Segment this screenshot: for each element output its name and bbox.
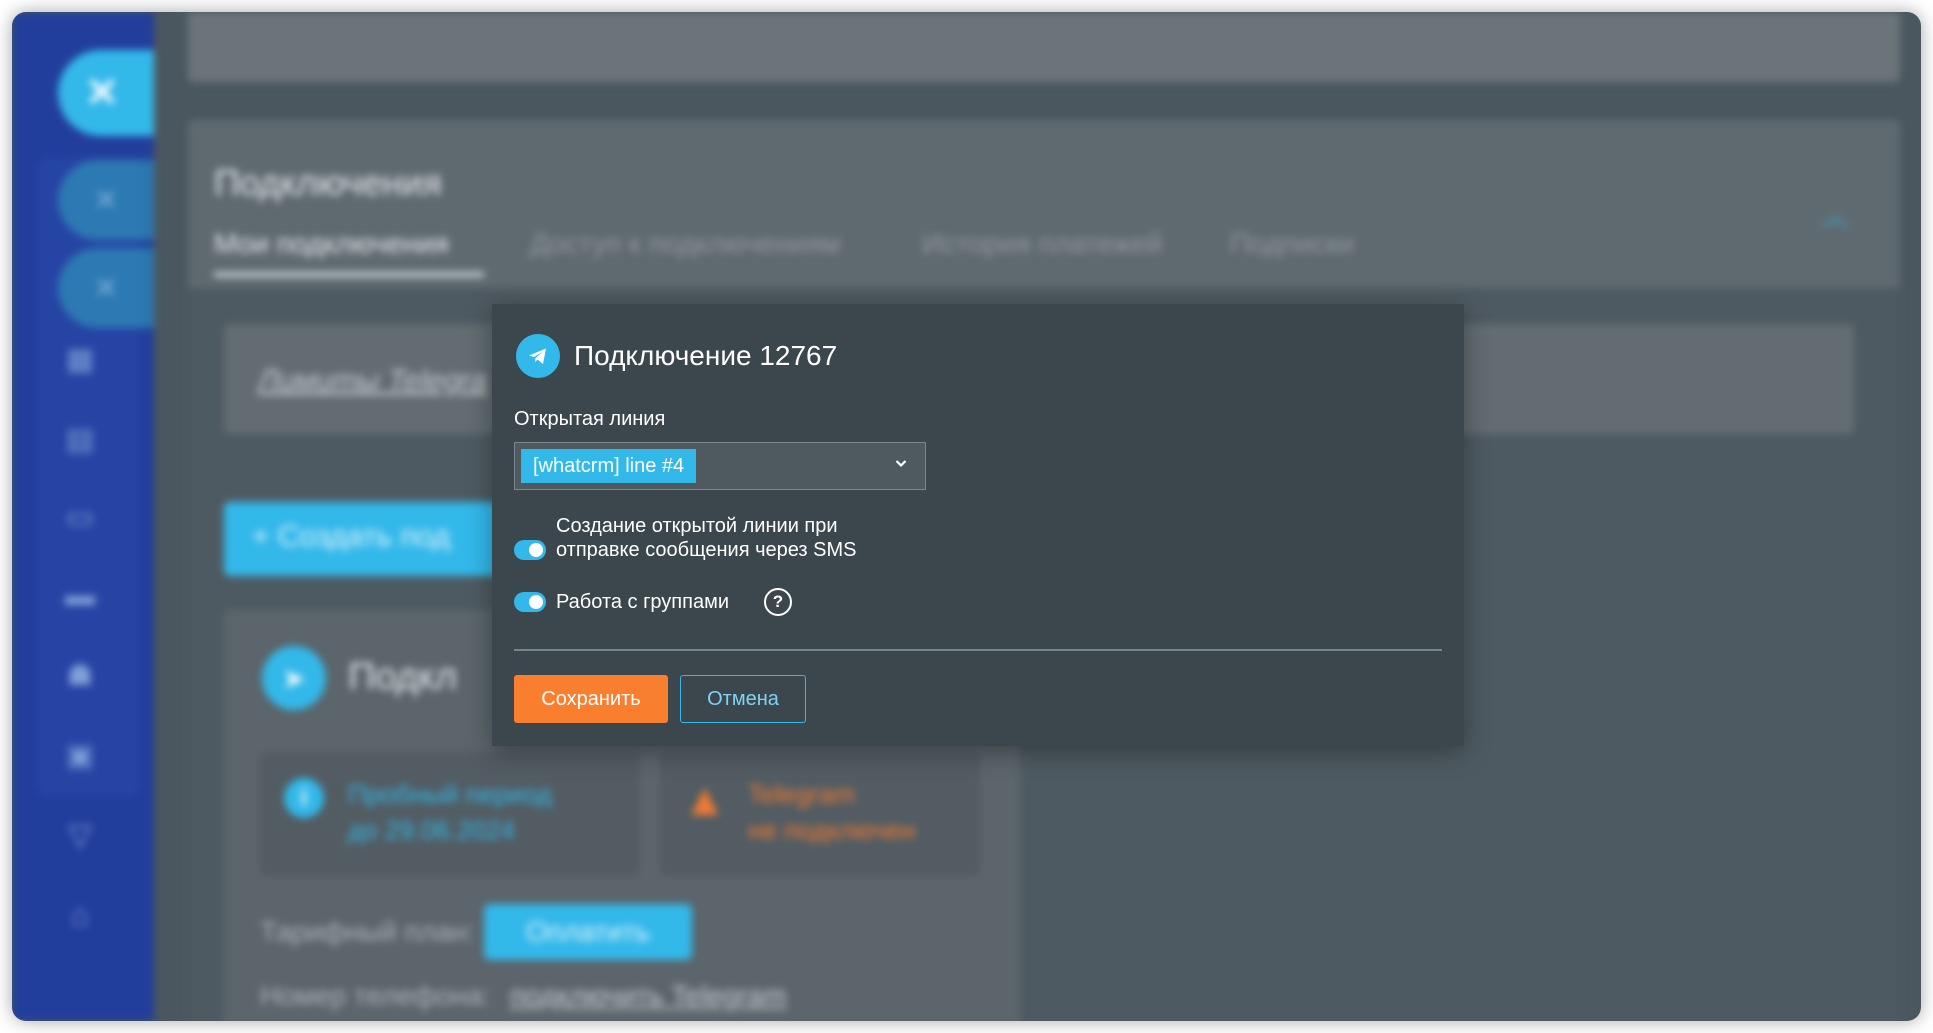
tariff-label: Тарифный план: <box>260 916 475 947</box>
screen: ✕ ✕ ✕ ▦ ▤ ▭ ▬ ☗ ▣ ▽ ⌂ Подключения Мои по… <box>12 12 1921 1021</box>
limits-link[interactable]: Лимиты Telegra <box>258 364 487 398</box>
groups-label: Работа с группами <box>556 591 730 613</box>
sms-open-line-toggle[interactable] <box>514 540 546 560</box>
warning-text: Telegram не подключен <box>748 776 915 848</box>
active-tab-indicator <box>214 272 484 277</box>
save-button[interactable]: Сохранить <box>514 675 668 723</box>
tab-my-connections[interactable]: Мои подключения <box>214 228 449 260</box>
connection-modal: Подключение 12767 Открытая линия [whatcr… <box>492 304 1464 746</box>
sidebar-close-ghost[interactable]: ✕ <box>58 248 154 328</box>
briefcase-icon[interactable]: ▬ <box>62 578 98 614</box>
divider <box>514 649 1442 651</box>
panel-title: Подключения <box>214 162 442 203</box>
sms-open-line-label: Создание открытой линии при отправке соо… <box>556 514 857 562</box>
top-bar <box>188 12 1900 82</box>
sidebar-close-button[interactable]: ✕ <box>58 50 154 136</box>
selected-open-line: [whatcrm] line #4 <box>521 449 697 483</box>
card-title: Подкл <box>348 656 458 698</box>
sms-open-line-label-line: отправке сообщения через SMS <box>556 539 857 561</box>
toggle-knob <box>529 543 543 557</box>
pay-button[interactable]: Оплатить <box>484 904 692 960</box>
create-button-label: Создать под <box>277 520 450 553</box>
telegram-icon: ➤ <box>262 646 326 710</box>
help-icon[interactable]: ? <box>764 588 792 616</box>
warning-box: ▲ Telegram не подключен <box>660 752 980 876</box>
close-icon: ✕ <box>93 183 119 217</box>
tab-payment-history[interactable]: История платежей <box>922 228 1163 260</box>
tab-access[interactable]: Доступ к подключениям <box>530 228 840 260</box>
document-icon[interactable]: ▤ <box>62 422 98 458</box>
toggle-knob <box>529 595 543 609</box>
trial-box: i Пробный период до 29.06.2024 <box>260 752 640 876</box>
calendar-icon[interactable]: ▦ <box>62 342 98 378</box>
collapse-chevron-icon[interactable]: ︿ <box>1822 196 1848 233</box>
groups-toggle[interactable] <box>514 592 546 612</box>
open-line-select[interactable]: [whatcrm] line #4 <box>514 442 926 490</box>
trial-text: Пробный период до 29.06.2024 <box>348 776 552 848</box>
telegram-icon <box>516 334 560 378</box>
filter-icon[interactable]: ▽ <box>62 818 98 854</box>
cancel-button[interactable]: Отмена <box>680 675 806 723</box>
bank-icon[interactable]: ⌂ <box>62 898 98 934</box>
warning-text-line: Telegram <box>748 779 855 809</box>
chevron-down-icon <box>893 455 909 471</box>
trial-text-line: Пробный период <box>348 779 552 809</box>
plus-icon: + <box>252 520 278 553</box>
sidebar: ✕ ✕ ✕ ▦ ▤ ▭ ▬ ☗ ▣ ▽ ⌂ <box>12 12 154 1021</box>
sidebar-close-ghost[interactable]: ✕ <box>58 160 154 240</box>
warning-icon: ▲ <box>682 773 728 825</box>
warning-text-line: не подключен <box>748 815 916 845</box>
trial-text-line: до 29.06.2024 <box>348 815 515 845</box>
open-line-label: Открытая линия <box>514 408 666 430</box>
modal-title: Подключение 12767 <box>574 340 838 371</box>
close-icon: ✕ <box>85 71 119 115</box>
connect-telegram-link[interactable]: подключить Telegram <box>510 980 786 1012</box>
users-icon[interactable]: ☗ <box>62 658 98 694</box>
store-icon[interactable]: ▭ <box>62 500 98 536</box>
info-icon: i <box>284 778 324 818</box>
close-icon: ✕ <box>93 271 119 305</box>
sms-open-line-label-line: Создание открытой линии при <box>556 515 838 537</box>
phone-label: Номер телефона: <box>260 980 491 1011</box>
tab-subscriptions[interactable]: Подписки <box>1230 228 1354 260</box>
inbox-icon[interactable]: ▣ <box>62 738 98 774</box>
